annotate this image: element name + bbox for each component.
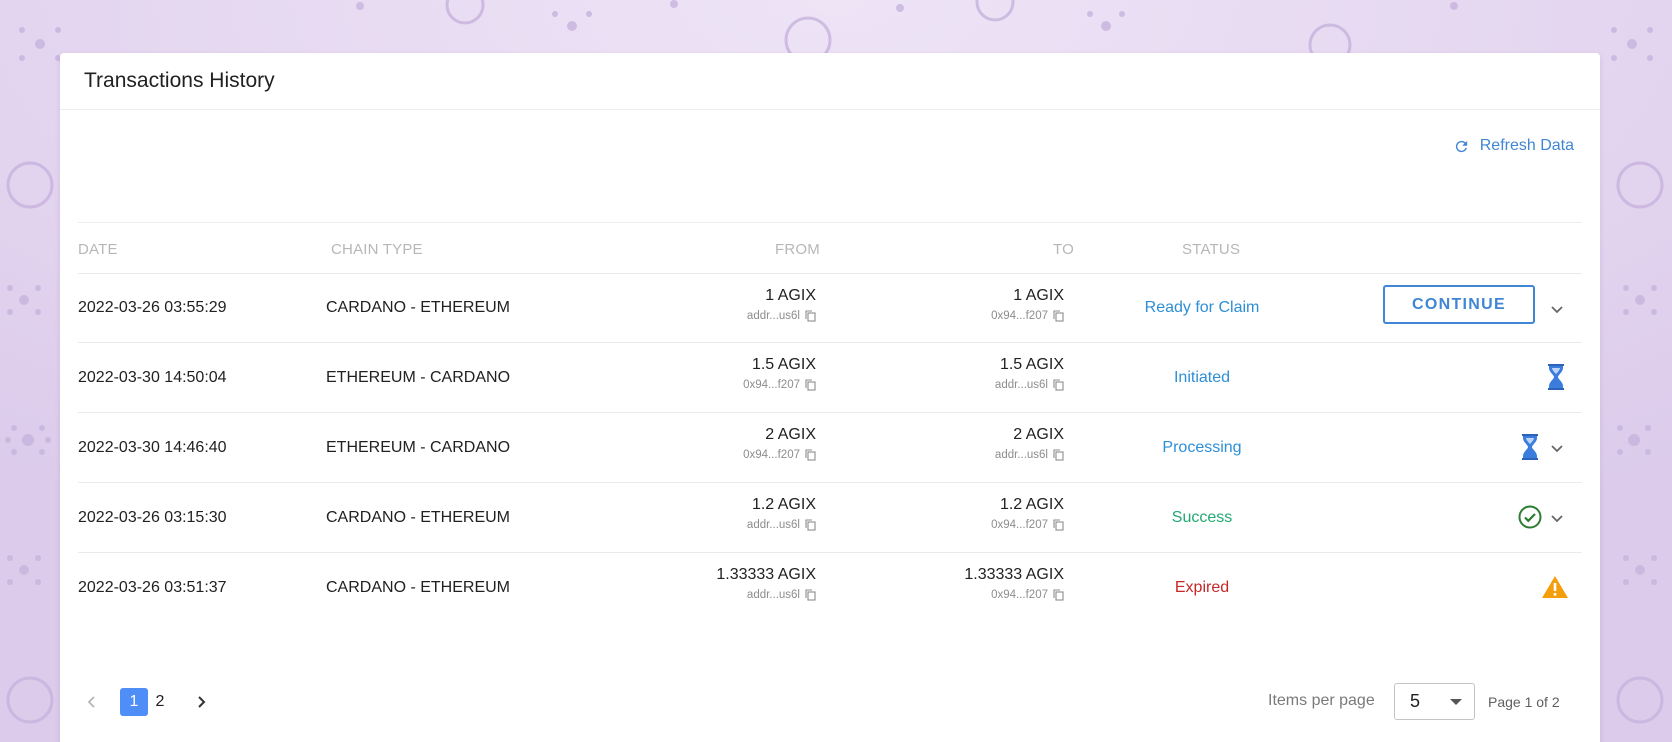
row-to: 1.5 AGIX addr...us6l	[995, 355, 1064, 393]
to-address: addr...us6l	[994, 379, 1048, 391]
warning-icon	[1542, 576, 1568, 598]
row-date: 2022-03-26 03:55:29	[78, 299, 227, 316]
table-row: 2022-03-26 03:51:37 CARDANO - ETHEREUM 1…	[78, 553, 1582, 623]
from-address: addr...us6l	[746, 519, 800, 531]
copy-icon[interactable]	[1053, 519, 1064, 531]
row-to: 1.33333 AGIX 0x94...f207	[964, 565, 1064, 603]
copy-icon[interactable]	[805, 519, 816, 531]
table-row: 2022-03-30 14:50:04 ETHEREUM - CARDANO 1…	[78, 343, 1582, 413]
pagination: 1 2	[80, 688, 230, 716]
status-label: Processing	[1162, 438, 1242, 456]
row-chain-type: CARDANO - ETHEREUM	[326, 299, 511, 316]
status-label: Expired	[1174, 579, 1230, 596]
table-row: 2022-03-26 03:55:29 CARDANO - ETHEREUM 1…	[78, 273, 1582, 343]
copy-icon[interactable]	[1053, 449, 1064, 461]
row-chain-type: ETHEREUM - CARDANO	[326, 368, 511, 386]
to-amount: 1 AGIX	[1013, 287, 1064, 304]
to-address: 0x94...f207	[991, 310, 1048, 322]
to-address: addr...us6l	[994, 449, 1048, 461]
from-amount: 1 AGIX	[765, 287, 816, 304]
row-from: 2 AGIX 0x94...f207	[743, 425, 816, 463]
items-per-page-value: 5	[1410, 691, 1421, 711]
page-button-1[interactable]: 1	[120, 688, 148, 716]
chevron-down-icon[interactable]	[1549, 301, 1565, 317]
from-amount: 1.5 AGIX	[751, 356, 816, 373]
row-to: 2 AGIX addr...us6l	[995, 425, 1064, 463]
copy-icon[interactable]	[805, 449, 816, 461]
table-row: 2022-03-30 14:46:40 ETHEREUM - CARDANO 2…	[78, 413, 1582, 483]
check-circle-icon	[1518, 505, 1542, 529]
from-address: 0x94...f207	[743, 379, 800, 391]
row-date: 2022-03-26 03:51:37	[78, 579, 227, 596]
row-from: 1.2 AGIX addr...us6l	[747, 495, 816, 533]
row-chain-type: CARDANO - ETHEREUM	[326, 579, 511, 596]
chevron-right-icon[interactable]	[193, 694, 209, 710]
from-amount: 1.33333 AGIX	[716, 566, 816, 583]
from-amount: 2 AGIX	[765, 426, 816, 443]
items-per-page-label: Items per page	[1268, 692, 1375, 709]
page-info: Page 1 of 2	[1488, 694, 1560, 710]
page-button-2[interactable]: 2	[146, 688, 174, 716]
chevron-down-icon[interactable]	[1549, 440, 1565, 456]
status-label: Ready for Claim	[1144, 299, 1260, 316]
copy-icon[interactable]	[805, 379, 816, 391]
from-address: addr...us6l	[746, 310, 800, 322]
continue-button[interactable]: CONTINUE	[1383, 285, 1535, 324]
copy-icon[interactable]	[1053, 589, 1064, 601]
from-address: 0x94...f207	[743, 449, 800, 461]
row-date: 2022-03-30 14:50:04	[78, 368, 227, 386]
row-from: 1 AGIX addr...us6l	[747, 286, 816, 324]
copy-icon[interactable]	[1053, 379, 1064, 391]
from-amount: 1.2 AGIX	[751, 496, 816, 513]
row-date: 2022-03-26 03:15:30	[78, 508, 227, 526]
row-from: 1.33333 AGIX addr...us6l	[716, 565, 816, 603]
row-to: 1 AGIX 0x94...f207	[991, 286, 1064, 324]
copy-icon[interactable]	[805, 310, 816, 322]
to-amount: 1.2 AGIX	[999, 496, 1064, 513]
to-address: 0x94...f207	[991, 589, 1048, 601]
table-row: 2022-03-26 03:15:30 CARDANO - ETHEREUM 1…	[78, 483, 1582, 553]
items-per-page-select[interactable]: 5	[1394, 683, 1475, 720]
row-date: 2022-03-30 14:46:40	[78, 438, 227, 456]
hourglass-icon	[1522, 434, 1538, 460]
copy-icon[interactable]	[805, 589, 816, 601]
caret-down-icon	[1450, 699, 1462, 705]
hourglass-icon	[1548, 364, 1564, 390]
chevron-down-icon[interactable]	[1549, 510, 1565, 526]
to-address: 0x94...f207	[991, 519, 1048, 531]
copy-icon[interactable]	[1053, 310, 1064, 322]
row-chain-type: ETHEREUM - CARDANO	[326, 438, 511, 456]
status-label: Success	[1171, 508, 1233, 526]
row-to: 1.2 AGIX 0x94...f207	[991, 495, 1064, 533]
row-from: 1.5 AGIX 0x94...f207	[743, 355, 816, 393]
to-amount: 1.5 AGIX	[999, 356, 1064, 373]
to-amount: 2 AGIX	[1013, 426, 1064, 443]
to-amount: 1.33333 AGIX	[964, 566, 1064, 583]
status-label: Initiated	[1173, 368, 1231, 386]
row-chain-type: CARDANO - ETHEREUM	[326, 508, 511, 526]
chevron-left-icon[interactable]	[84, 694, 100, 710]
from-address: addr...us6l	[746, 589, 800, 601]
